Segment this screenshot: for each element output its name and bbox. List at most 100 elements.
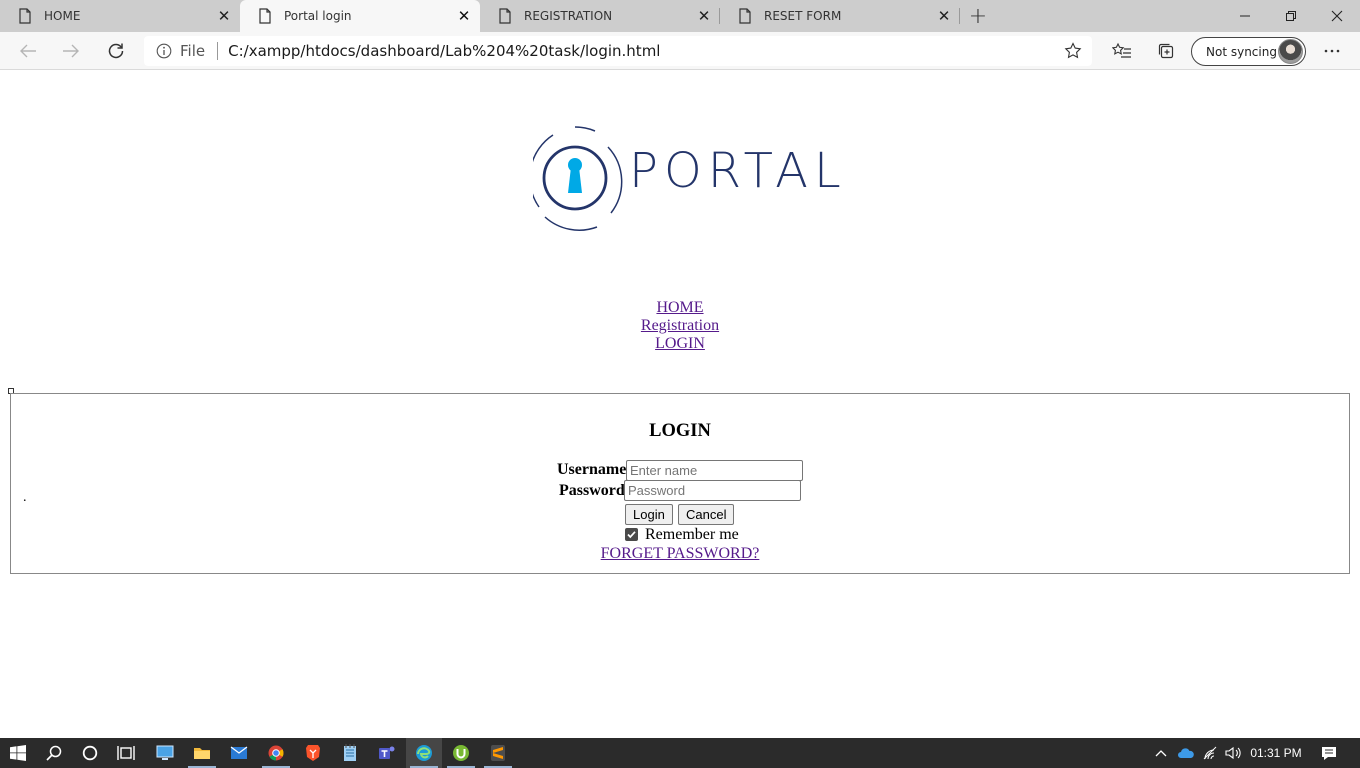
page-content: PORTAL HOME Registration LOGIN LOGIN . U…: [0, 71, 1360, 738]
tab-home[interactable]: HOME ✕: [0, 0, 240, 32]
tray-overflow-button[interactable]: [1151, 738, 1171, 768]
windows-taskbar: 01:31 PM: [0, 738, 1360, 768]
tab-portal-login[interactable]: Portal login ✕: [240, 0, 480, 32]
nav-login: LOGIN: [0, 335, 1360, 353]
login-heading: LOGIN: [649, 421, 711, 441]
address-toolbar: File C:/xampp/htdocs/dashboard/Lab%204%2…: [0, 32, 1360, 70]
url-field[interactable]: File C:/xampp/htdocs/dashboard/Lab%204%2…: [144, 36, 1092, 66]
close-icon[interactable]: ✕: [696, 7, 712, 25]
tab-title: REGISTRATION: [524, 9, 613, 23]
forward-arrow-icon: [63, 44, 79, 58]
info-icon[interactable]: [156, 43, 172, 59]
url-divider: [217, 42, 219, 60]
more-menu-button[interactable]: [1316, 35, 1348, 67]
chrome-icon: [268, 745, 284, 761]
nav-registration: Registration: [0, 317, 1360, 335]
close-icon[interactable]: ✕: [456, 7, 472, 25]
remember-checkbox[interactable]: [625, 528, 638, 541]
mail-app[interactable]: [221, 738, 257, 768]
profile-sync-button[interactable]: Not syncing: [1191, 37, 1306, 66]
page-icon: [258, 8, 274, 24]
tab-strip: HOME ✕ Portal login ✕ REGISTRATION ✕ RES…: [0, 0, 1360, 32]
tab-title: RESET FORM: [764, 9, 842, 23]
window-controls: [1222, 0, 1360, 32]
forgot-password-row: FORGET PASSWORD?: [11, 545, 1349, 563]
back-arrow-icon: [20, 44, 36, 58]
login-button[interactable]: Login: [625, 504, 673, 525]
scheme-label: File: [180, 42, 206, 60]
login-panel: LOGIN . Username Password Login Cancel R…: [10, 393, 1350, 574]
search-button[interactable]: [36, 738, 72, 768]
close-icon[interactable]: ✕: [936, 7, 952, 25]
tab-registration[interactable]: REGISTRATION ✕: [480, 0, 720, 32]
favorites-button[interactable]: [1106, 35, 1138, 67]
file-explorer-app[interactable]: [184, 738, 220, 768]
url-text[interactable]: C:/xampp/htdocs/dashboard/Lab%204%20task…: [228, 42, 660, 60]
speaker-icon: [1225, 746, 1241, 760]
volume-button[interactable]: [1223, 738, 1245, 768]
file-explorer-icon: [194, 748, 210, 759]
password-input[interactable]: [624, 480, 801, 501]
notepad-icon: [344, 744, 356, 761]
chrome-app[interactable]: [258, 738, 294, 768]
home-link[interactable]: HOME: [656, 299, 703, 316]
search-icon: [46, 745, 62, 761]
favorites-list-icon: [1112, 42, 1131, 58]
tab-title: HOME: [44, 9, 81, 23]
close-window-button[interactable]: [1314, 0, 1360, 32]
remember-label: Remember me: [645, 526, 739, 543]
task-view-icon: [117, 746, 135, 760]
close-icon[interactable]: ✕: [216, 7, 232, 25]
mail-icon: [230, 746, 248, 759]
logo-wordmark: PORTAL: [629, 143, 847, 199]
cortana-button[interactable]: [72, 738, 108, 768]
chevron-up-icon: [1155, 750, 1167, 757]
edge-icon: [416, 745, 432, 761]
brave-app[interactable]: [295, 738, 331, 768]
network-button[interactable]: [1201, 738, 1221, 768]
back-button[interactable]: [12, 35, 44, 67]
teams-icon: [379, 746, 395, 759]
onedrive-icon: [1178, 747, 1194, 758]
task-view-button[interactable]: [108, 738, 144, 768]
minimize-button[interactable]: [1222, 0, 1268, 32]
edge-app[interactable]: [406, 738, 442, 768]
notepad-app[interactable]: [332, 738, 368, 768]
restore-button[interactable]: [1268, 0, 1314, 32]
checkmark-icon: [627, 531, 636, 539]
favorite-star-icon[interactable]: [1064, 42, 1082, 64]
start-button[interactable]: [0, 738, 36, 768]
marker-text: .: [23, 490, 27, 505]
collections-button[interactable]: [1150, 35, 1182, 67]
refresh-button[interactable]: [100, 35, 132, 67]
new-tab-button[interactable]: +: [960, 0, 996, 32]
cancel-button[interactable]: Cancel: [678, 504, 735, 525]
brave-icon: [306, 745, 320, 761]
registration-link[interactable]: Registration: [641, 317, 719, 334]
collections-icon: [1158, 43, 1174, 59]
teams-app[interactable]: [369, 738, 405, 768]
login-link[interactable]: LOGIN: [655, 335, 705, 352]
forgot-password-link[interactable]: FORGET PASSWORD?: [601, 545, 760, 562]
sublime-icon: [491, 745, 505, 761]
cortana-icon: [82, 745, 98, 761]
onedrive-button[interactable]: [1175, 738, 1197, 768]
tab-reset-form[interactable]: RESET FORM ✕: [720, 0, 960, 32]
start-icon: [10, 745, 26, 761]
username-input[interactable]: [626, 460, 803, 481]
utorrent-app[interactable]: [443, 738, 479, 768]
sync-status-label: Not syncing: [1206, 44, 1277, 59]
more-dots-icon: [1324, 49, 1340, 53]
tab-title: Portal login: [284, 9, 352, 23]
page-icon: [498, 8, 514, 24]
notification-icon: [1322, 746, 1336, 760]
refresh-icon: [108, 43, 124, 59]
nav-home: HOME: [0, 299, 1360, 317]
forward-button[interactable]: [55, 35, 87, 67]
portal-logo: PORTAL: [529, 121, 841, 241]
avatar: [1278, 39, 1303, 64]
action-center-button[interactable]: [1314, 738, 1344, 768]
desktop-app[interactable]: [147, 738, 183, 768]
sublime-app[interactable]: [480, 738, 516, 768]
clock[interactable]: 01:31 PM: [1247, 738, 1305, 768]
